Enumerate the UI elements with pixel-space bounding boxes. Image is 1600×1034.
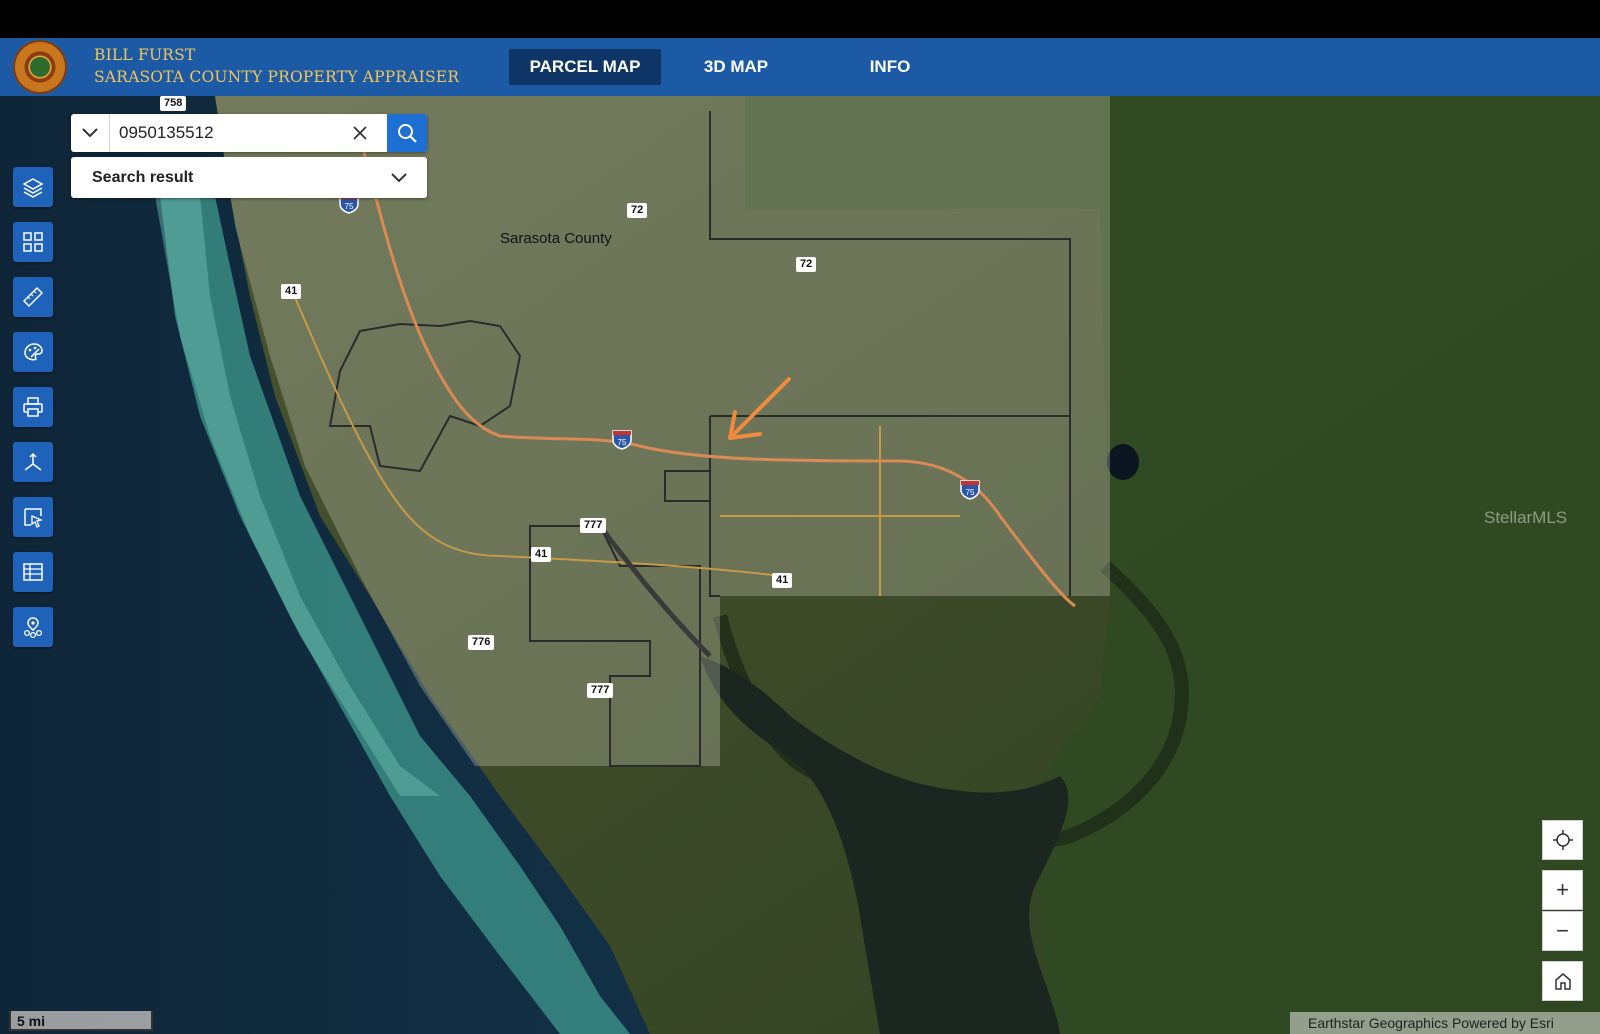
search-icon: [398, 124, 417, 143]
print-button[interactable]: [13, 387, 53, 427]
place-label: Sarasota County: [500, 230, 612, 247]
locate-button[interactable]: [1542, 820, 1583, 860]
seal-center: [30, 57, 50, 77]
basemap-button[interactable]: [13, 222, 53, 262]
print-icon: [23, 397, 43, 417]
route-shield: 41: [531, 547, 552, 562]
route-shield: 777: [580, 518, 607, 533]
home-icon: [1554, 973, 1571, 990]
zoom-in-button[interactable]: +: [1542, 870, 1583, 910]
coordinate-icon: [24, 452, 42, 471]
interstate-shield: 75: [960, 480, 980, 500]
chevron-down-icon: [391, 173, 407, 183]
select-button[interactable]: [13, 497, 53, 537]
route-shield: 41: [281, 284, 302, 299]
route-shield: 72: [627, 203, 648, 218]
measure-ruler-icon: [22, 286, 44, 308]
search-bar: [71, 114, 427, 152]
interstate-shield-label: 75: [618, 438, 627, 447]
interstate-shield-label: 75: [345, 202, 354, 211]
owner-name: BILL FURST: [94, 46, 196, 64]
clear-search-button[interactable]: [341, 114, 379, 152]
search-result-label: Search result: [92, 169, 194, 186]
map-view[interactable]: Sarasota County 758 72 72 41 777 41 41 7…: [0, 96, 1600, 1034]
scale-bar: 5 mi: [9, 1011, 153, 1031]
chevron-down-icon: [82, 128, 98, 138]
route-shield: 72: [796, 257, 817, 272]
basemap-grid-icon: [23, 232, 43, 252]
route-shield: 776: [468, 635, 495, 650]
brand-title: BILL FURST SARASOTA COUNTY PROPERTY APPR…: [94, 44, 459, 88]
tab-3d-map[interactable]: 3D MAP: [680, 49, 792, 85]
coordinate-button[interactable]: [13, 442, 53, 482]
search-button[interactable]: [387, 114, 427, 152]
close-icon: [353, 126, 367, 140]
tab-info[interactable]: INFO: [830, 49, 950, 85]
interstate-shield: 75: [612, 430, 632, 450]
search-source-dropdown[interactable]: [71, 114, 110, 152]
zoom-out-label: −: [1556, 918, 1569, 943]
scale-label: 5 mi: [17, 1013, 46, 1029]
measure-button[interactable]: [13, 277, 53, 317]
layers-button[interactable]: [13, 167, 53, 207]
table-icon: [23, 563, 43, 581]
watermark: StellarMLS: [1484, 508, 1568, 527]
home-button[interactable]: [1542, 961, 1583, 1001]
route-shield: 41: [772, 573, 793, 588]
draw-icon: [24, 343, 43, 361]
select-icon: [24, 508, 43, 528]
tab-parcel-map[interactable]: PARCEL MAP: [509, 49, 661, 85]
route-shield: 777: [587, 683, 614, 698]
zoom-out-button[interactable]: −: [1542, 911, 1583, 951]
locations-button[interactable]: [13, 607, 53, 647]
zoom-in-label: +: [1556, 877, 1569, 902]
attribute-table-button[interactable]: [13, 552, 53, 592]
search-input[interactable]: [119, 114, 339, 152]
locate-icon: [1552, 830, 1573, 850]
layers-icon: [22, 178, 44, 198]
draw-button[interactable]: [13, 332, 53, 372]
map-attribution: Earthstar Geographics Powered by Esri: [1290, 1012, 1600, 1034]
search-result-panel[interactable]: Search result: [71, 157, 427, 198]
location-pins-icon: [23, 617, 43, 638]
route-shield: 758: [160, 96, 187, 111]
top-black-bar: [0, 0, 1600, 38]
interstate-shield-label: 75: [966, 488, 975, 497]
office-name: SARASOTA COUNTY PROPERTY APPRAISER: [94, 68, 460, 86]
county-seal-logo: [13, 40, 67, 94]
satellite-basemap: [0, 96, 1600, 1034]
